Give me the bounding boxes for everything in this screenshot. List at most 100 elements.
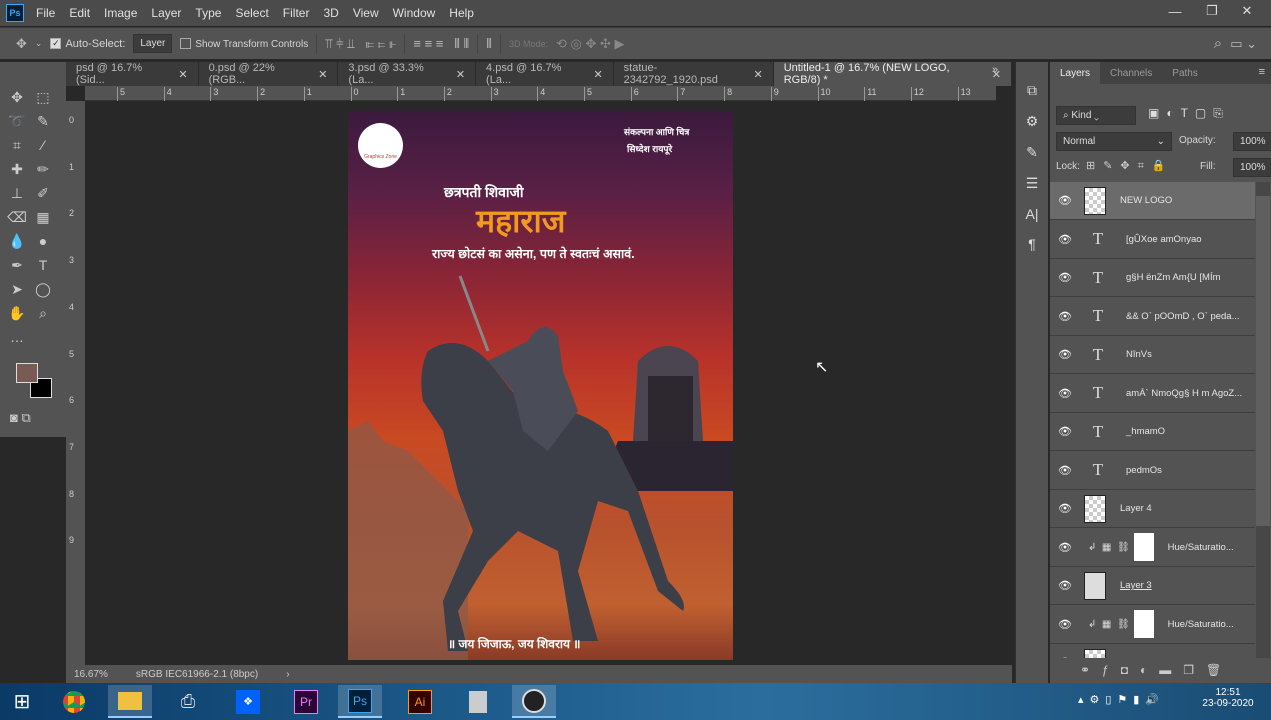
auto-align-icon[interactable]: ⦀: [486, 36, 492, 52]
brush-tool-icon[interactable]: ✏: [32, 158, 54, 180]
crop-tool-icon[interactable]: ⌗: [6, 134, 28, 156]
hand-tool-icon[interactable]: ✋: [6, 302, 28, 324]
menu-layer[interactable]: Layer: [151, 6, 181, 20]
illustrator-icon[interactable]: Ai: [398, 685, 442, 718]
document-canvas[interactable]: Graphics Zone संकल्पना आणि चित्र सिध्देश…: [348, 111, 733, 660]
layer-filter-select[interactable]: ⌕ Kind ⌄: [1056, 106, 1136, 125]
blend-mode-select[interactable]: Normal ⌄: [1056, 132, 1172, 151]
menu-image[interactable]: Image: [104, 6, 137, 20]
visibility-eye-icon[interactable]: 👁: [1050, 271, 1080, 284]
layer-row[interactable]: 👁 TamÁ` NmoQg§ H m AgoZ...: [1050, 375, 1255, 413]
document-tab[interactable]: Untitled-1 @ 16.7% (NEW LOGO, RGB/8) * ✕: [773, 62, 1012, 86]
visibility-eye-icon[interactable]: 👁: [1050, 233, 1080, 246]
close-tab-icon[interactable]: ✕: [593, 68, 602, 81]
stamp-tool-icon[interactable]: ⊥: [6, 182, 28, 204]
3d-mode-icons[interactable]: ⟲ ◎ ✥ ✣ ▶: [556, 36, 624, 52]
layer-row[interactable]: 👁 Tg§H ënZm Am{U [MÍm: [1050, 259, 1255, 297]
properties-icon[interactable]: ⚙: [1026, 113, 1039, 130]
dodge-tool-icon[interactable]: ●: [32, 230, 54, 252]
menu-select[interactable]: Select: [235, 6, 268, 20]
filter-icons[interactable]: ▣◐T▢⎘: [1148, 106, 1230, 121]
menu-edit[interactable]: Edit: [69, 6, 90, 20]
visibility-eye-icon[interactable]: 👁: [1050, 464, 1080, 477]
zoom-tool-icon[interactable]: ⌕: [32, 302, 54, 324]
menu-view[interactable]: View: [353, 6, 379, 20]
system-tray-icons[interactable]: ▴⚙▯⚑▮🔊: [1078, 693, 1165, 706]
chrome-icon[interactable]: [52, 685, 96, 718]
blur-tool-icon[interactable]: 💧: [6, 230, 28, 252]
tab-paths[interactable]: Paths: [1162, 62, 1208, 84]
layer-row[interactable]: 👁 T && O` pOOmD , O` peda...: [1050, 298, 1255, 336]
visibility-eye-icon[interactable]: 👁: [1050, 579, 1080, 592]
tab-channels[interactable]: Channels: [1100, 62, 1162, 84]
type-tool-icon[interactable]: T: [32, 254, 54, 276]
auto-select-target[interactable]: Layer: [133, 34, 173, 53]
printer-icon[interactable]: ⎙: [166, 685, 210, 718]
brush-settings-icon[interactable]: ✎: [1026, 144, 1038, 161]
document-tab[interactable]: statue-2342792_1920.psd ✕: [614, 62, 774, 86]
fill-input[interactable]: 100%: [1233, 158, 1271, 177]
gradient-tool-icon[interactable]: ▦: [32, 206, 54, 228]
more-tabs-icon[interactable]: »: [992, 64, 998, 76]
file-explorer-icon[interactable]: [108, 685, 152, 718]
menu-3d[interactable]: 3D: [323, 6, 338, 20]
document-tab[interactable]: 0.psd @ 22% (RGB... ✕: [199, 62, 339, 86]
dropbox-icon[interactable]: ❖: [226, 685, 270, 718]
visibility-eye-icon[interactable]: 👁: [1050, 541, 1080, 554]
document-tab[interactable]: psd @ 16.7% (Sid... ✕: [66, 62, 199, 86]
paragraph-icon[interactable]: ¶: [1028, 236, 1036, 252]
layer-mask-thumbnail[interactable]: [1133, 533, 1154, 561]
visibility-eye-icon[interactable]: 👁: [1050, 194, 1080, 207]
close-tab-icon[interactable]: ✕: [318, 68, 327, 81]
path-select-tool-icon[interactable]: ➤: [6, 278, 28, 300]
healing-tool-icon[interactable]: ✚: [6, 158, 28, 180]
layer-row[interactable]: 👁 Layer 3: [1050, 567, 1255, 605]
workspace-icon[interactable]: ▭ ⌄: [1230, 36, 1257, 52]
clock-time[interactable]: 12:51: [1198, 687, 1258, 698]
layer-row[interactable]: 👁 ↲ ▦ ⛓ Hue/Saturatio...: [1050, 606, 1255, 644]
history-icon[interactable]: ⧉: [1027, 82, 1037, 99]
visibility-eye-icon[interactable]: 👁: [1050, 502, 1080, 515]
document-tab[interactable]: 3.psd @ 33.3% (La... ✕: [338, 62, 477, 86]
close-tab-icon[interactable]: ✕: [456, 68, 465, 81]
visibility-eye-icon[interactable]: 👁: [1050, 348, 1080, 361]
minimize-button[interactable]: —: [1160, 0, 1190, 22]
marquee-tool-icon[interactable]: ⬚: [32, 86, 54, 108]
layer-actions[interactable]: ⚭ƒ◘◐▬❐🗑: [1080, 663, 1233, 677]
obs-icon[interactable]: [512, 685, 556, 718]
character-icon[interactable]: A|: [1026, 206, 1039, 222]
premiere-icon[interactable]: Pr: [284, 685, 328, 718]
clock-date[interactable]: 23-09-2020: [1198, 698, 1258, 709]
menu-help[interactable]: Help: [449, 6, 474, 20]
menu-type[interactable]: Type: [195, 6, 221, 20]
ellipse-tool-icon[interactable]: ◯: [32, 278, 54, 300]
move-tool-icon[interactable]: ✥: [16, 36, 27, 52]
more-tool-icon[interactable]: …: [6, 326, 28, 348]
status-menu-arrow[interactable]: ›: [286, 669, 289, 680]
lasso-tool-icon[interactable]: ➰: [6, 110, 28, 132]
close-button[interactable]: ✕: [1232, 0, 1262, 22]
layer-row[interactable]: 👁 NEW LOGO: [1050, 182, 1255, 220]
calculator-icon[interactable]: [456, 685, 500, 718]
search-icon[interactable]: ⌕: [1214, 35, 1222, 52]
align-icons[interactable]: ⫪ ⫩ ⫫ ⊫ ⊨ ⊩: [325, 36, 396, 52]
close-tab-icon[interactable]: ✕: [178, 68, 187, 81]
layer-mask-thumbnail[interactable]: [1133, 610, 1154, 638]
tab-layers[interactable]: Layers: [1050, 62, 1101, 84]
layer-row[interactable]: 👁 ↲ ▦ ⛓ Hue/Saturatio...: [1050, 529, 1255, 567]
layer-row[interactable]: 👁 T NînVs: [1050, 336, 1255, 374]
close-tab-icon[interactable]: ✕: [753, 68, 762, 81]
auto-select-checkbox[interactable]: ✓ Auto-Select:: [50, 38, 125, 50]
layer-row[interactable]: 👁 T _hmamO: [1050, 413, 1255, 451]
pen-tool-icon[interactable]: ✒: [6, 254, 28, 276]
layer-row[interactable]: 👁 T [gÛXoe amOnyao: [1050, 221, 1255, 259]
move-tool-icon[interactable]: ✥: [6, 86, 28, 108]
visibility-eye-icon[interactable]: 👁: [1050, 425, 1080, 438]
menu-file[interactable]: File: [36, 6, 55, 20]
distribute-icons[interactable]: ≡ ≡ ≡ ⦀ ⦀: [413, 36, 469, 52]
opacity-input[interactable]: 100%: [1233, 132, 1271, 151]
menu-filter[interactable]: Filter: [283, 6, 310, 20]
foreground-color-swatch[interactable]: [16, 363, 38, 383]
layer-row[interactable]: 👁 TpedmOs: [1050, 452, 1255, 490]
quick-mask-icon[interactable]: ◙ ⧉: [10, 410, 31, 426]
